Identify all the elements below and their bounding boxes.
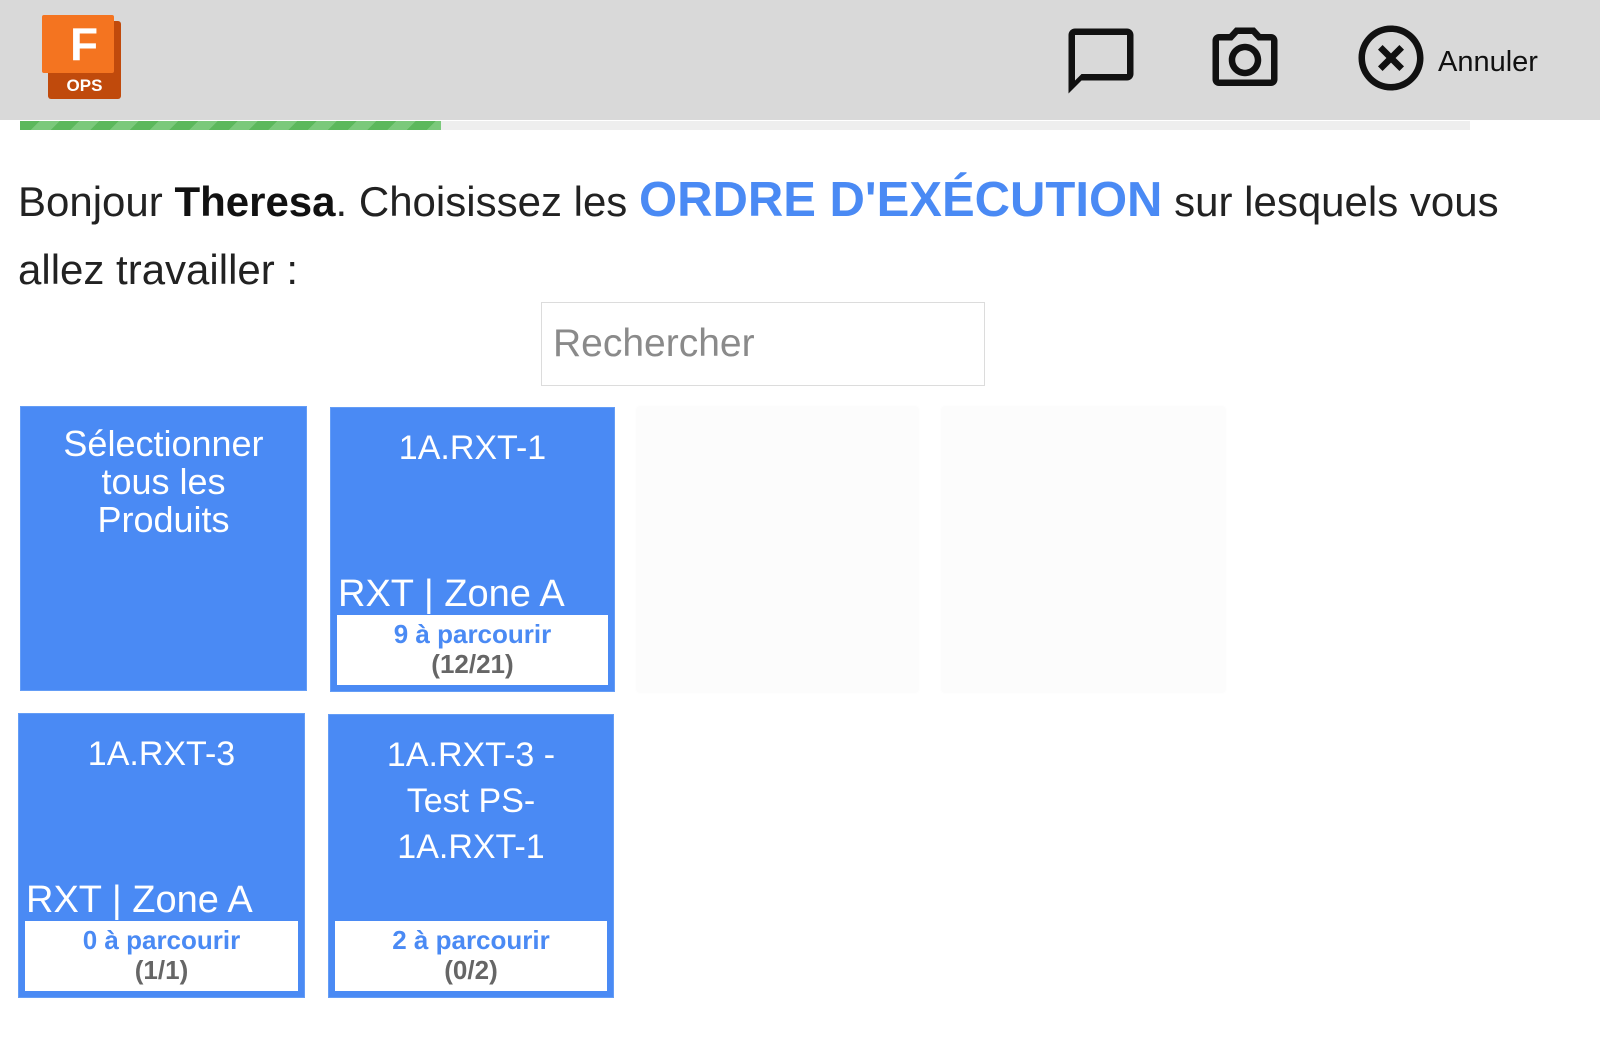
close-circle-icon (1352, 19, 1430, 97)
order-zone: RXT | Zone A (338, 573, 565, 615)
order-count: (1/1) (134, 955, 189, 985)
order-status-box: 9 à parcourir (12/21) (337, 615, 608, 685)
cancel-label: Annuler (1438, 46, 1538, 78)
order-tile[interactable]: 1A.RXT-1 RXT | Zone A 9 à parcourir (12/… (330, 407, 615, 692)
greeting-text: Bonjour Theresa. Choisissez les ORDRE D'… (18, 166, 1578, 304)
order-title-line: Test PS- (406, 782, 536, 820)
user-name: Theresa (174, 178, 336, 225)
entity-type: ORDRE D'EXÉCUTION (638, 173, 1163, 227)
top-bar: F OPS Annuler (0, 0, 1600, 120)
logo-letter: F (42, 15, 114, 73)
order-remaining: 9 à parcourir (393, 619, 552, 649)
order-title: 1A.RXT-3 (87, 735, 236, 773)
search-input[interactable] (541, 302, 985, 386)
order-title: 1A.RXT-3 - Test PS- 1A.RXT-1 (344, 732, 598, 870)
order-tile[interactable]: 1A.RXT-3 RXT | Zone A 0 à parcourir (1/1… (18, 713, 305, 998)
loading-tile (942, 407, 1225, 692)
loading-tile (637, 407, 918, 692)
progress-fill (20, 121, 441, 130)
order-status-box: 2 à parcourir (0/2) (335, 921, 607, 991)
page: F OPS Annuler Bonjour Theresa. Choisisse… (0, 0, 1600, 1046)
order-remaining: 2 à parcourir (392, 925, 550, 955)
camera-icon (1212, 27, 1278, 86)
greeting-middle: . Choisissez les (335, 178, 639, 225)
order-zone: RXT | Zone A (26, 879, 253, 921)
order-title-line: 1A.RXT-1 (397, 828, 545, 866)
order-status-box: 0 à parcourir (1/1) (25, 921, 298, 991)
greeting-prefix: Bonjour (18, 178, 175, 225)
order-tile[interactable]: 1A.RXT-3 - Test PS- 1A.RXT-1 2 à parcour… (328, 714, 614, 998)
logo-product: OPS (66, 76, 103, 95)
app-logo: F OPS (42, 15, 122, 100)
progress-bar (20, 121, 1470, 130)
camera-button[interactable] (1206, 21, 1284, 99)
chat-bubble-icon (1068, 28, 1134, 94)
order-title-line: 1A.RXT-3 - (386, 736, 556, 774)
comment-button[interactable] (1062, 22, 1140, 100)
select-all-tile[interactable]: Sélectionner tous les Produits (20, 406, 307, 691)
order-remaining: 0 à parcourir (82, 925, 241, 955)
order-count: (12/21) (431, 649, 514, 679)
order-count: (0/2) (444, 955, 498, 985)
select-all-label: Sélectionner tous les Produits (63, 423, 264, 540)
order-title: 1A.RXT-1 (398, 429, 547, 467)
cancel-button[interactable]: Annuler (1352, 19, 1548, 97)
